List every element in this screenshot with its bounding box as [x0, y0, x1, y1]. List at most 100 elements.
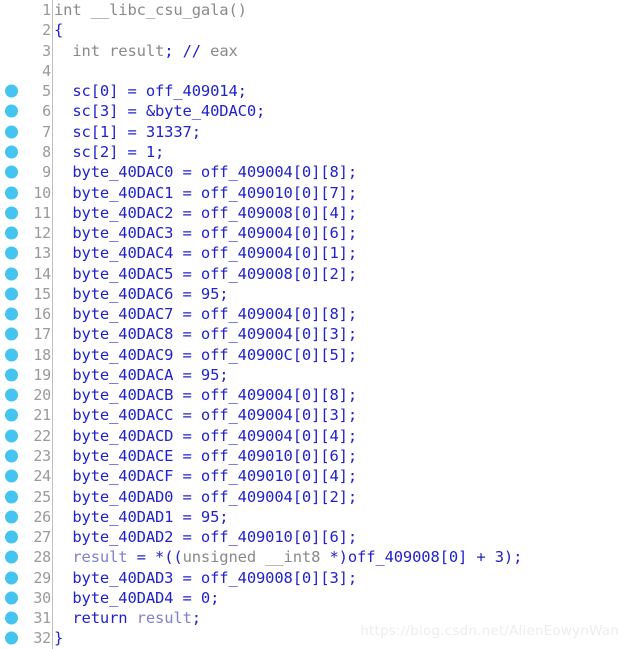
breakpoint-dot-icon[interactable] [5, 246, 18, 260]
gutter[interactable] [0, 223, 27, 243]
gutter[interactable] [0, 0, 27, 20]
breakpoint-dot-icon[interactable] [5, 206, 18, 220]
gutter[interactable] [0, 405, 27, 425]
code-line[interactable]: 18 byte_40DAC9 = off_40900C[0][5]; [0, 344, 625, 365]
code-line[interactable]: 26 byte_40DAD1 = 95; [0, 506, 625, 527]
gutter[interactable] [0, 263, 27, 283]
code-text[interactable]: byte_40DAD2 = off_409010[0][6]; [53, 528, 625, 546]
code-line[interactable]: 10 byte_40DAC1 = off_409010[0][7]; [0, 182, 625, 203]
gutter[interactable] [0, 608, 27, 628]
breakpoint-dot-icon[interactable] [5, 388, 18, 402]
breakpoint-dot-icon[interactable] [5, 267, 18, 281]
code-text[interactable]: } [53, 629, 625, 647]
gutter[interactable] [0, 304, 27, 324]
gutter[interactable] [0, 61, 27, 81]
gutter[interactable] [0, 547, 27, 567]
code-text[interactable]: byte_40DAD3 = off_409008[0][3]; [53, 569, 625, 587]
code-text[interactable]: byte_40DAC8 = off_409004[0][3]; [53, 325, 625, 343]
breakpoint-dot-icon[interactable] [5, 591, 18, 605]
code-line[interactable]: 30 byte_40DAD4 = 0; [0, 587, 625, 608]
code-text[interactable]: return result; [53, 609, 625, 627]
code-line[interactable]: 20 byte_40DACB = off_409004[0][8]; [0, 385, 625, 406]
code-text[interactable]: byte_40DAC2 = off_409008[0][4]; [53, 204, 625, 222]
code-text[interactable]: byte_40DACA = 95; [53, 366, 625, 384]
code-line[interactable]: 32} [0, 628, 625, 649]
code-text[interactable]: byte_40DACE = off_409010[0][6]; [53, 447, 625, 465]
gutter[interactable] [0, 162, 27, 182]
breakpoint-dot-icon[interactable] [5, 611, 18, 625]
pseudocode-view[interactable]: 1 int __libc_csu_gala() 2{3 int result; //… [0, 0, 625, 649]
code-line[interactable]: 28 result = *((unsigned __int8 *)off_409… [0, 547, 625, 568]
code-text[interactable]: byte_40DAC4 = off_409004[0][1]; [53, 244, 625, 262]
breakpoint-dot-icon[interactable] [5, 287, 18, 301]
breakpoint-dot-icon[interactable] [5, 165, 18, 179]
gutter[interactable] [0, 446, 27, 466]
code-text[interactable]: sc[1] = 31337; [53, 123, 625, 141]
breakpoint-dot-icon[interactable] [5, 368, 18, 382]
code-text[interactable]: byte_40DAC1 = off_409010[0][7]; [53, 184, 625, 202]
code-text[interactable]: byte_40DAC5 = off_409008[0][2]; [53, 265, 625, 283]
code-line[interactable]: 25 byte_40DAD0 = off_409004[0][2]; [0, 486, 625, 507]
breakpoint-dot-icon[interactable] [5, 631, 18, 645]
breakpoint-dot-icon[interactable] [5, 469, 18, 483]
code-text[interactable]: byte_40DAC9 = off_40900C[0][5]; [53, 346, 625, 364]
code-line[interactable]: 4 [0, 60, 625, 82]
code-line[interactable]: 23 byte_40DACE = off_409010[0][6]; [0, 445, 625, 467]
code-line[interactable]: 22 byte_40DACD = off_409004[0][4]; [0, 425, 625, 446]
gutter[interactable] [0, 426, 27, 446]
code-text[interactable]: sc[0] = off_409014; [53, 82, 625, 100]
gutter[interactable] [0, 182, 27, 202]
breakpoint-dot-icon[interactable] [5, 510, 18, 524]
code-text[interactable]: int result; // eax [53, 42, 625, 60]
code-text[interactable]: byte_40DAC6 = 95; [53, 285, 625, 303]
gutter[interactable] [0, 203, 27, 223]
gutter[interactable] [0, 284, 27, 304]
gutter[interactable] [0, 567, 27, 587]
breakpoint-dot-icon[interactable] [5, 307, 18, 321]
code-line[interactable]: 13 byte_40DAC4 = off_409004[0][1]; [0, 243, 625, 264]
gutter[interactable] [0, 486, 27, 506]
gutter[interactable] [0, 324, 27, 344]
gutter[interactable] [0, 41, 27, 61]
code-text[interactable]: byte_40DACF = off_409010[0][4]; [53, 467, 625, 485]
gutter[interactable] [0, 101, 27, 121]
code-text[interactable]: sc[2] = 1; [53, 143, 625, 161]
code-line[interactable]: 12 byte_40DAC3 = off_409004[0][6]; [0, 222, 625, 244]
code-line[interactable]: 29 byte_40DAD3 = off_409008[0][3]; [0, 567, 625, 588]
breakpoint-dot-icon[interactable] [5, 408, 18, 422]
breakpoint-dot-icon[interactable] [5, 571, 18, 585]
code-line[interactable]: 14 byte_40DAC5 = off_409008[0][2]; [0, 263, 625, 284]
code-line[interactable]: 31 return result; [0, 607, 625, 629]
gutter[interactable] [0, 628, 27, 648]
gutter[interactable] [0, 365, 27, 385]
code-line[interactable]: 7 sc[1] = 31337; [0, 121, 625, 142]
code-line[interactable]: 24 byte_40DACF = off_409010[0][4]; [0, 466, 625, 487]
code-line[interactable]: 8 sc[2] = 1; [0, 141, 625, 163]
code-text[interactable]: sc[3] = &byte_40DAC0; [53, 102, 625, 120]
code-text[interactable]: byte_40DAD0 = off_409004[0][2]; [53, 488, 625, 506]
breakpoint-dot-icon[interactable] [5, 429, 18, 443]
gutter[interactable] [0, 466, 27, 486]
breakpoint-dot-icon[interactable] [5, 226, 18, 240]
code-line[interactable]: 2{ [0, 20, 625, 41]
gutter[interactable] [0, 588, 27, 608]
code-text[interactable]: byte_40DAD4 = 0; [53, 589, 625, 607]
gutter[interactable] [0, 385, 27, 405]
code-line[interactable]: 9 byte_40DAC0 = off_409004[0][8]; [0, 162, 625, 183]
code-line[interactable]: 5 sc[0] = off_409014; [0, 81, 625, 102]
gutter[interactable] [0, 20, 27, 40]
code-text[interactable]: { [53, 21, 625, 39]
code-text[interactable]: byte_40DACB = off_409004[0][8]; [53, 386, 625, 404]
code-line[interactable]: 11 byte_40DAC2 = off_409008[0][4]; [0, 202, 625, 223]
code-text[interactable]: byte_40DACC = off_409004[0][3]; [53, 406, 625, 424]
gutter[interactable] [0, 507, 27, 527]
code-text[interactable]: int __libc_csu_gala() [53, 1, 625, 19]
breakpoint-dot-icon[interactable] [5, 145, 18, 159]
breakpoint-dot-icon[interactable] [5, 104, 18, 118]
breakpoint-dot-icon[interactable] [5, 348, 18, 362]
breakpoint-dot-icon[interactable] [5, 84, 18, 98]
code-text[interactable]: byte_40DACD = off_409004[0][4]; [53, 427, 625, 445]
code-line[interactable]: 17 byte_40DAC8 = off_409004[0][3]; [0, 324, 625, 345]
gutter[interactable] [0, 81, 27, 101]
gutter[interactable] [0, 122, 27, 142]
